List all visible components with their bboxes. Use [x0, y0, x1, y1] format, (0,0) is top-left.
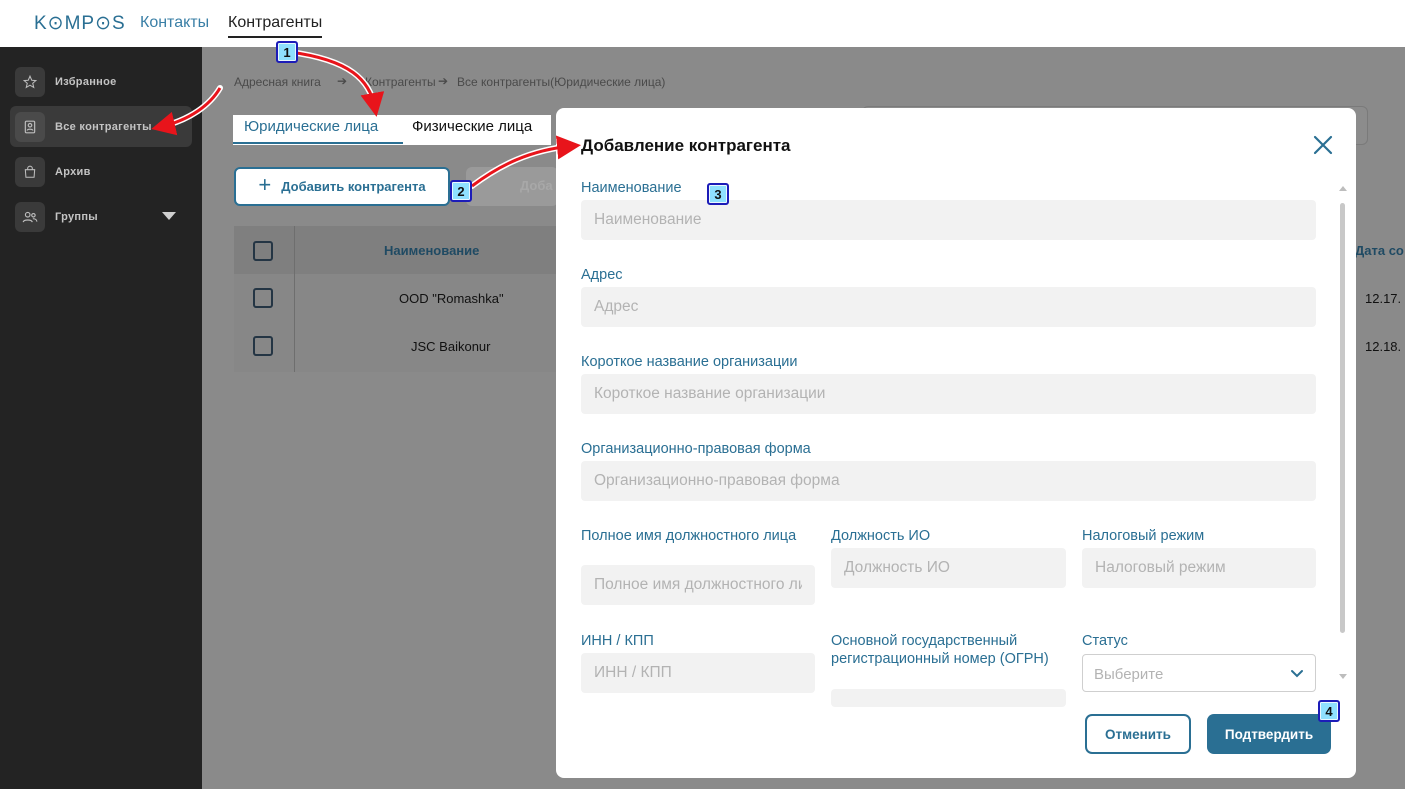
ogrn-label: Основной государственный регистрационный…	[831, 633, 1049, 667]
modal-title: Добавление контрагента	[581, 136, 791, 155]
position-label: Должность ИО	[831, 528, 931, 544]
address-label: Адрес	[581, 267, 623, 283]
users-icon	[15, 201, 45, 232]
scrollbar[interactable]	[1340, 203, 1345, 633]
breadcrumb-arrow-icon: ➔	[337, 74, 348, 88]
sidebar: Избранное Все контрагенты Архив Группы	[0, 47, 202, 789]
tax-mode-input[interactable]	[1082, 548, 1316, 588]
entity-type-tabs: Юридические лица Физические лица	[233, 115, 551, 145]
row-checkbox[interactable]	[253, 336, 273, 356]
top-bar: K⊙MP⊙S Контакты Контрагенты	[0, 0, 1405, 47]
tax-mode-label: Налоговый режим	[1082, 528, 1205, 544]
table-row-date: 12.18.	[1365, 339, 1402, 354]
contact-card-icon	[15, 111, 45, 142]
inn-kpp-input[interactable]	[581, 653, 815, 693]
scroll-down-arrow[interactable]	[1339, 674, 1347, 679]
close-icon[interactable]	[1312, 134, 1334, 156]
ogrn-input[interactable]	[831, 689, 1066, 707]
breadcrumb-arrow-icon: ➔	[438, 74, 449, 88]
breadcrumb-current: Все контрагенты(Юридические лица)	[457, 75, 666, 89]
archive-bag-icon	[15, 156, 45, 187]
caret-down-icon[interactable]	[162, 212, 176, 220]
cancel-button[interactable]: Отменить	[1085, 714, 1191, 754]
sidebar-item-label: Группы	[55, 210, 98, 223]
confirm-button[interactable]: Подтвердить	[1207, 714, 1331, 754]
legal-form-input[interactable]	[581, 461, 1316, 501]
column-header-date[interactable]: Дата со	[1355, 243, 1404, 258]
table-row-date: 12.17.	[1365, 291, 1402, 306]
nav-contacts[interactable]: Контакты	[140, 14, 209, 32]
add-counterparty-button[interactable]: + Добавить контрагента	[234, 167, 450, 206]
step-badge-1: 1	[276, 41, 298, 63]
legal-form-label: Организационно-правовая форма	[581, 441, 811, 457]
inn-kpp-label: ИНН / КПП	[581, 633, 654, 649]
status-select-value: Выберите	[1094, 666, 1164, 683]
sidebar-item-label: Архив	[55, 165, 91, 178]
address-input[interactable]	[581, 287, 1316, 327]
sidebar-item-label: Все контрагенты	[55, 120, 152, 133]
plus-icon: +	[258, 172, 272, 197]
kompas-logo[interactable]: K⊙MP⊙S	[34, 12, 126, 35]
row-checkbox[interactable]	[253, 288, 273, 308]
official-name-input[interactable]	[581, 565, 815, 605]
breadcrumb-counterparties[interactable]: Контрагенты	[365, 75, 436, 89]
star-icon	[15, 66, 45, 97]
select-all-checkbox[interactable]	[253, 241, 273, 261]
step-badge-4: 4	[1318, 700, 1340, 722]
scroll-up-arrow[interactable]	[1339, 186, 1347, 191]
secondary-add-label: Доба	[520, 178, 553, 193]
chevron-down-icon	[1291, 670, 1303, 678]
short-name-input[interactable]	[581, 374, 1316, 414]
name-input[interactable]	[581, 200, 1316, 240]
column-divider	[294, 226, 295, 372]
add-counterparty-modal: Добавление контрагента Наименование Адре…	[556, 108, 1356, 778]
name-label: Наименование	[581, 180, 682, 196]
breadcrumb-address-book[interactable]: Адресная книга	[234, 75, 321, 89]
sidebar-item-groups[interactable]: Группы	[10, 196, 192, 237]
status-label: Статус	[1082, 633, 1128, 649]
table-row-name[interactable]: OOD "Romashka"	[399, 291, 504, 306]
sidebar-item-favorites[interactable]: Избранное	[10, 61, 192, 102]
sidebar-item-archive[interactable]: Архив	[10, 151, 192, 192]
tab-individuals[interactable]: Физические лица	[412, 118, 532, 135]
sidebar-item-label: Избранное	[55, 75, 117, 88]
official-name-label: Полное имя должностного лица	[581, 528, 797, 544]
position-input[interactable]	[831, 548, 1066, 588]
sidebar-item-all-counterparties[interactable]: Все контрагенты	[10, 106, 192, 147]
status-select[interactable]: Выберите	[1082, 654, 1316, 692]
active-tab-indicator	[233, 142, 403, 144]
step-badge-2: 2	[450, 180, 472, 202]
column-header-name[interactable]: Наименование	[384, 243, 479, 258]
tab-legal-entities[interactable]: Юридические лица	[244, 118, 378, 135]
add-counterparty-label: Добавить контрагента	[281, 179, 426, 194]
table-row-name[interactable]: JSC Baikonur	[411, 339, 490, 354]
nav-counterparties[interactable]: Контрагенты	[228, 14, 323, 38]
short-name-label: Короткое название организации	[581, 354, 798, 370]
counterparties-table: Наименование OOD "Romashka" JSC Baikonur	[234, 226, 556, 372]
step-badge-3: 3	[707, 183, 729, 205]
